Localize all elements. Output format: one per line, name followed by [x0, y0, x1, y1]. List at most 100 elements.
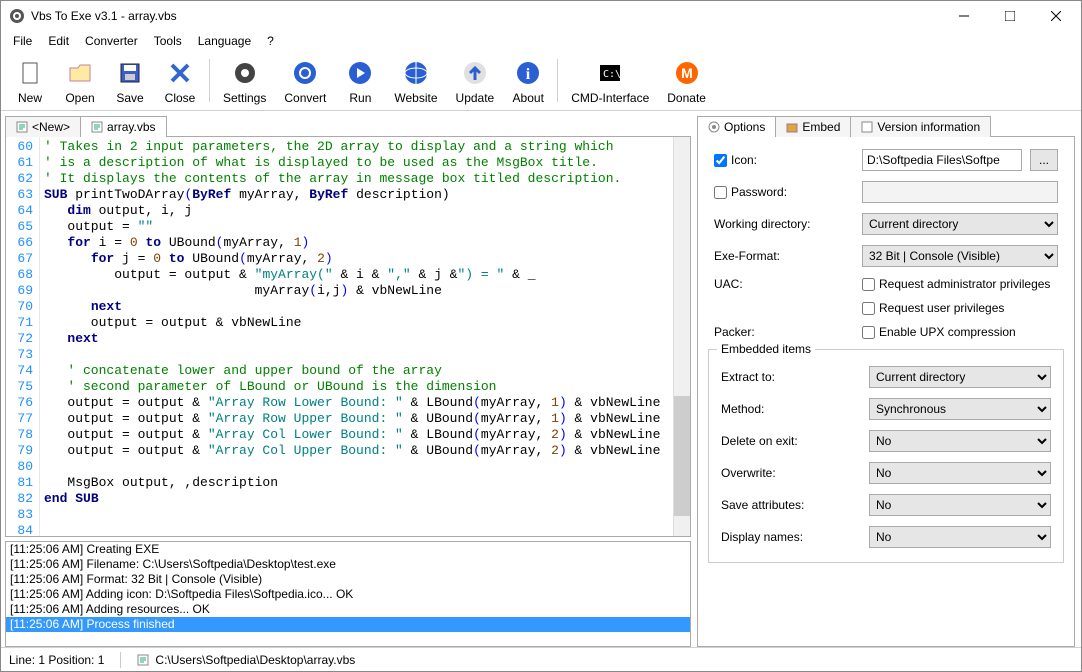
menu-tools[interactable]: Tools	[146, 32, 190, 50]
saveattr-select[interactable]: No	[869, 494, 1051, 516]
run-icon	[344, 57, 376, 89]
password-checkbox[interactable]: Password:	[714, 185, 854, 199]
browse-icon-button[interactable]: ...	[1030, 149, 1058, 171]
code-editor[interactable]: 6061626364656667686970717273747576777879…	[5, 137, 691, 537]
right-pane: Options Embed Version information Icon: …	[691, 111, 1081, 647]
delete-select[interactable]: No	[869, 430, 1051, 452]
toolbar-open-button[interactable]: Open	[55, 53, 105, 108]
tab-file-label: array.vbs	[107, 120, 155, 134]
toolbar-label: Convert	[284, 91, 326, 105]
console-line[interactable]: [11:25:06 AM] Format: 32 Bit | Console (…	[6, 572, 690, 587]
tab-options-label: Options	[724, 120, 765, 134]
main-area: <New> array.vbs 606162636465666768697071…	[1, 111, 1081, 647]
console-line[interactable]: [11:25:06 AM] Adding resources... OK	[6, 602, 690, 617]
toolbar-cmd-button[interactable]: C:\ CMD-Interface	[562, 53, 658, 108]
workdir-select[interactable]: Current directory	[862, 213, 1058, 235]
toolbar-new-button[interactable]: New	[5, 53, 55, 108]
console-line[interactable]: [11:25:06 AM] Process finished	[6, 617, 690, 632]
toolbar-save-button[interactable]: Save	[105, 53, 155, 108]
overwrite-label: Overwrite:	[721, 466, 861, 480]
website-icon	[400, 57, 432, 89]
app-icon	[9, 8, 25, 24]
format-label: Exe-Format:	[714, 249, 854, 263]
overwrite-select[interactable]: No	[869, 462, 1051, 484]
svg-text:M: M	[681, 65, 693, 81]
menu-converter[interactable]: Converter	[77, 32, 146, 50]
uac-user-checkbox[interactable]	[862, 302, 875, 315]
console-line[interactable]: [11:25:06 AM] Creating EXE	[6, 542, 690, 557]
workdir-label: Working directory:	[714, 217, 854, 231]
toolbar-label: Open	[65, 91, 94, 105]
toolbar-update-button[interactable]: Update	[447, 53, 504, 108]
tab-new-label: <New>	[32, 120, 70, 134]
script-icon	[91, 121, 103, 133]
tab-embed[interactable]: Embed	[775, 116, 851, 137]
titlebar: Vbs To Exe v3.1 - array.vbs	[1, 1, 1081, 31]
dispnames-select[interactable]: No	[869, 526, 1051, 548]
svg-text:i: i	[526, 66, 531, 83]
cmd-icon: C:\	[594, 57, 626, 89]
file-path: C:\Users\Softpedia\Desktop\array.vbs	[137, 653, 355, 667]
toolbar-label: Settings	[223, 91, 266, 105]
menu-help[interactable]: ?	[259, 32, 282, 50]
menu-language[interactable]: Language	[190, 32, 259, 50]
toolbar-settings-button[interactable]: Settings	[214, 53, 275, 108]
cursor-position: Line: 1 Position: 1	[9, 653, 104, 667]
tab-options[interactable]: Options	[697, 116, 776, 137]
toolbar-about-button[interactable]: iAbout	[503, 53, 553, 108]
icon-checkbox[interactable]: Icon:	[714, 153, 854, 167]
extract-label: Extract to:	[721, 370, 861, 384]
tab-new[interactable]: <New>	[5, 116, 81, 137]
method-select[interactable]: Synchronous	[869, 398, 1051, 420]
save-icon	[114, 57, 146, 89]
toolbar-label: Website	[394, 91, 437, 105]
console-line[interactable]: [11:25:06 AM] Filename: C:\Users\Softped…	[6, 557, 690, 572]
options-tabs: Options Embed Version information	[697, 113, 1075, 137]
toolbar-donate-button[interactable]: M Donate	[658, 53, 715, 108]
menu-edit[interactable]: Edit	[40, 32, 77, 50]
method-label: Method:	[721, 402, 861, 416]
toolbar-label: Donate	[667, 91, 706, 105]
password-input[interactable]	[862, 181, 1058, 203]
open-icon	[64, 57, 96, 89]
upx-checkbox[interactable]	[862, 326, 875, 339]
convert-icon	[289, 57, 321, 89]
script-icon	[16, 121, 28, 133]
toolbar: New Open SaveClose Settings Convert Run Websit…	[1, 51, 1081, 111]
minimize-button[interactable]	[941, 1, 987, 31]
output-console[interactable]: [11:25:06 AM] Creating EXE[11:25:06 AM] …	[5, 541, 691, 647]
console-line[interactable]: [11:25:06 AM] Adding icon: D:\Softpedia …	[6, 587, 690, 602]
settings-icon	[229, 57, 261, 89]
vertical-scrollbar[interactable]	[673, 137, 690, 536]
icon-path-input[interactable]	[862, 149, 1022, 171]
toolbar-run-button[interactable]: Run	[335, 53, 385, 108]
svg-text:C:\: C:\	[603, 69, 621, 80]
tab-arrayvbs[interactable]: array.vbs	[80, 116, 166, 137]
tab-version[interactable]: Version information	[850, 116, 991, 137]
about-icon: i	[512, 57, 544, 89]
options-panel: Icon: ... Password: Working directory: C…	[697, 137, 1075, 647]
maximize-button[interactable]	[987, 1, 1033, 31]
menu-file[interactable]: File	[5, 32, 40, 50]
new-icon	[14, 57, 46, 89]
tab-embed-label: Embed	[802, 120, 840, 134]
left-pane: <New> array.vbs 606162636465666768697071…	[1, 111, 691, 647]
extract-select[interactable]: Current directory	[869, 366, 1051, 388]
toolbar-label: CMD-Interface	[571, 91, 649, 105]
uac-admin-checkbox[interactable]	[862, 278, 875, 291]
close-button[interactable]	[1033, 1, 1079, 31]
packer-label: Packer:	[714, 325, 854, 339]
box-icon	[786, 121, 798, 133]
toolbar-close-button[interactable]: Close	[155, 53, 205, 108]
toolbar-convert-button[interactable]: Convert	[275, 53, 335, 108]
embedded-legend: Embedded items	[717, 342, 815, 356]
toolbar-label: Run	[349, 91, 371, 105]
format-select[interactable]: 32 Bit | Console (Visible)	[862, 245, 1058, 267]
delete-label: Delete on exit:	[721, 434, 861, 448]
code-area[interactable]: ' Takes in 2 input parameters, the 2D ar…	[40, 137, 673, 536]
uac-label: UAC:	[714, 277, 854, 291]
saveattr-label: Save attributes:	[721, 498, 861, 512]
donate-icon: M	[671, 57, 703, 89]
embedded-fieldset: Embedded items Extract to: Current direc…	[708, 349, 1064, 563]
toolbar-website-button[interactable]: Website	[385, 53, 446, 108]
